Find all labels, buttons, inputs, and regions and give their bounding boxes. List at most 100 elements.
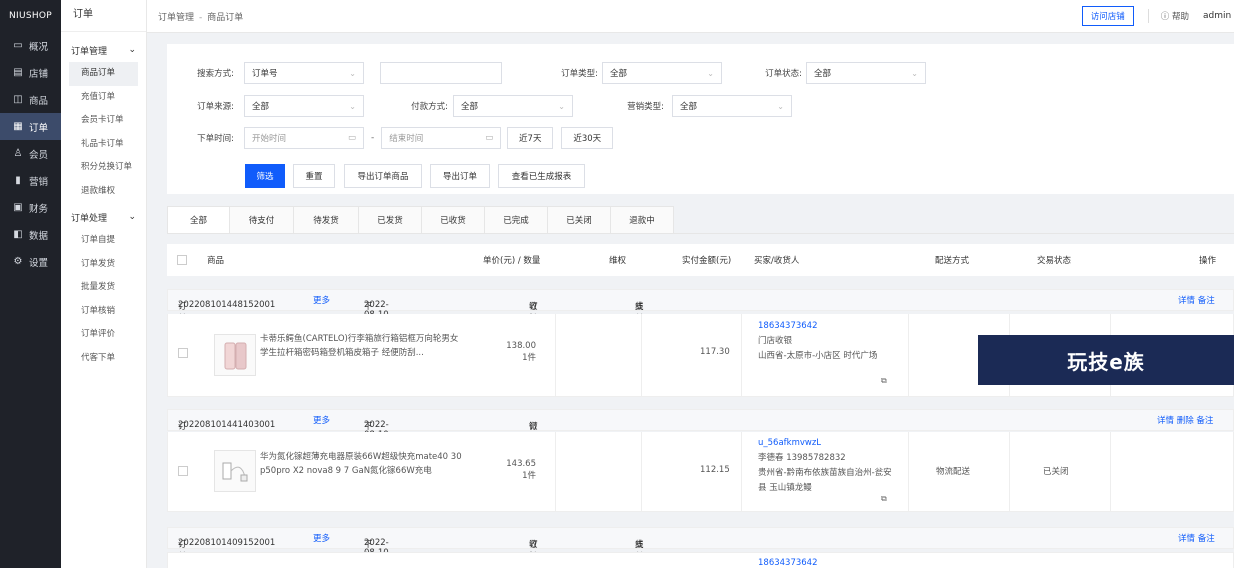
more-link[interactable]: 更多 (313, 414, 330, 426)
order-type-select[interactable]: 全部 ⌄ (602, 62, 722, 84)
tab-1[interactable]: 待支付 (230, 206, 294, 234)
unit-price: 138.00 (506, 341, 536, 351)
product-name[interactable]: 卡蒂乐鳄鱼(CARTELO)行李箱旅行箱铝框万向轮男女学生拉杆箱密码箱登机箱皮箱… (260, 332, 465, 360)
sidebar-item-6[interactable]: ▣ 财务 (0, 194, 61, 221)
select-all-checkbox[interactable] (177, 255, 187, 265)
order-number: 202208101409152001 (178, 538, 276, 548)
pay-method-label: 付款方式: (411, 102, 448, 112)
view-reports-button[interactable]: 查看已生成报表 (498, 164, 585, 188)
sub-nav-item[interactable]: 商品订单 (69, 62, 138, 86)
sidebar-item-1[interactable]: ▤ 店铺 (0, 59, 61, 86)
export-orders-button[interactable]: 导出订单 (430, 164, 490, 188)
search-mode-select[interactable]: 订单号 ⌄ (244, 62, 364, 84)
sidebar-item-8[interactable]: ⚙ 设置 (0, 248, 61, 275)
sub-nav-item[interactable]: 礼品卡订单 (61, 133, 146, 157)
paid-amount: 117.30 (700, 347, 730, 357)
visit-store-button[interactable]: 访问店铺 (1081, 6, 1134, 26)
top-bar: 订单管理 - 商品订单 访问店铺 ⓘ 帮助 admin (147, 0, 1234, 33)
order-checkbox[interactable] (178, 466, 188, 476)
copy-icon[interactable]: ⧉ (881, 376, 887, 386)
buyer-link[interactable]: 18634373642 (758, 558, 818, 568)
breadcrumb-goods-orders: 商品订单 (207, 12, 244, 23)
table-header: 商品 单价(元) / 数量 维权 实付金额(元) 买家/收货人 配送方式 交易状… (167, 244, 1234, 276)
order-icon: ▦ (13, 121, 23, 132)
sub-nav-item[interactable]: 订单核销 (61, 300, 146, 324)
sidebar-item-3[interactable]: ▦ 订单 (0, 113, 61, 140)
export-order-goods-button[interactable]: 导出订单商品 (344, 164, 422, 188)
breadcrumb-order-management[interactable]: 订单管理 (158, 13, 194, 23)
more-link[interactable]: 更多 (313, 532, 330, 544)
sub-nav-item[interactable]: 订单发货 (61, 253, 146, 277)
marketing-type-select[interactable]: 全部 ⌄ (672, 95, 792, 117)
tab-2[interactable]: 待发货 (294, 206, 359, 234)
group-order-processing[interactable]: 订单处理 ⌄ (61, 205, 146, 229)
sub-nav-item[interactable]: 订单自提 (61, 229, 146, 253)
tab-7[interactable]: 退款中 (611, 206, 674, 234)
order-ops[interactable]: 详情 备注 (1178, 294, 1215, 306)
sub-nav-item[interactable]: 会员卡订单 (61, 109, 146, 133)
tab-4[interactable]: 已收货 (422, 206, 485, 234)
last-7-days-button[interactable]: 近7天 (507, 127, 554, 149)
order-checkbox[interactable] (178, 348, 188, 358)
sub-nav-item[interactable]: 充值订单 (61, 86, 146, 110)
store-icon: ▤ (13, 67, 23, 78)
help-link[interactable]: ⓘ 帮助 (1161, 10, 1189, 22)
more-link[interactable]: 更多 (313, 294, 330, 306)
marketing-type-label: 营销类型: (627, 102, 664, 112)
sidebar-item-7[interactable]: ◧ 数据 (0, 221, 61, 248)
delivery-method: 物流配送 (936, 467, 971, 477)
order-number: 202208101448152001 (178, 300, 276, 310)
tab-6[interactable]: 已关闭 (548, 206, 611, 234)
order-status-select[interactable]: 全部 ⌄ (806, 62, 926, 84)
tab-5[interactable]: 已完成 (485, 206, 548, 234)
tab-0[interactable]: 全部 (167, 206, 230, 234)
end-date-input[interactable]: 结束时间 ▭ (381, 127, 502, 149)
chevron-down-icon: ⌄ (558, 101, 565, 111)
order-source-label: 订单来源: (197, 102, 234, 112)
sub-nav-item[interactable]: 批量发货 (61, 276, 146, 300)
sidebar-item-5[interactable]: ▮ 营销 (0, 167, 61, 194)
buyer-link[interactable]: u_56afkmvwzL (758, 436, 893, 451)
sidebar-item-2[interactable]: ◫ 商品 (0, 86, 61, 113)
calendar-icon: ▭ (347, 133, 356, 143)
sub-nav-item[interactable]: 代客下单 (61, 347, 146, 371)
col-ops: 操作 (1199, 256, 1217, 266)
sidebar-item-label: 营销 (29, 176, 49, 188)
unit-price: 143.65 (506, 459, 536, 469)
reset-button[interactable]: 重置 (293, 164, 335, 188)
tab-3[interactable]: 已发货 (359, 206, 422, 234)
brand-logo: NIUSHOP (8, 11, 53, 21)
sub-nav-item[interactable]: 退款维权 (61, 180, 146, 204)
start-date-input[interactable]: 开始时间 ▭ (244, 127, 364, 149)
order-ops[interactable]: 详情 备注 (1178, 532, 1215, 544)
user-menu[interactable]: admin (1203, 11, 1234, 21)
search-input[interactable] (380, 62, 502, 84)
sub-nav-item[interactable]: 积分兑换订单 (61, 156, 146, 180)
group-order-management[interactable]: 订单管理 ⌄ (61, 38, 146, 62)
order-header: 订单号: 202208101441403001 更多 下单时间: 2022-08… (167, 409, 1234, 480)
sub-nav-item[interactable]: 订单评价 (61, 323, 146, 347)
order-type-label: 订单类型: (561, 69, 598, 79)
trade-status: 已关闭 (1043, 467, 1069, 477)
order-source-select[interactable]: 全部 ⌄ (244, 95, 364, 117)
sidebar-item-0[interactable]: ▭ 概况 (0, 32, 61, 59)
member-icon: ♙ (13, 148, 23, 159)
chevron-down-icon: ⌄ (911, 68, 918, 78)
chevron-down-icon: ⌄ (128, 45, 136, 55)
col-price-qty: 单价(元) / 数量 (483, 256, 541, 266)
copy-icon[interactable]: ⧉ (881, 494, 887, 504)
product-thumbnail (214, 450, 256, 492)
sidebar-item-label: 设置 (29, 257, 49, 269)
sub-sidebar-title: 订单 (61, 0, 146, 32)
last-30-days-button[interactable]: 近30天 (561, 127, 614, 149)
sidebar-item-4[interactable]: ♙ 会员 (0, 140, 61, 167)
filter-button[interactable]: 筛选 (245, 164, 285, 188)
watermark-logo: 玩技e族 (978, 335, 1234, 385)
sidebar-item-label: 店铺 (29, 68, 49, 80)
buyer-link[interactable]: 18634373642 (758, 319, 893, 334)
order-ops[interactable]: 详情 删除 备注 (1157, 414, 1213, 426)
pay-method-select[interactable]: 全部 ⌄ (453, 95, 573, 117)
chevron-down-icon: ⌄ (777, 101, 784, 111)
finance-icon: ▣ (13, 202, 23, 213)
product-name[interactable]: 华为氮化镓超薄充电器原装66W超级快充mate40 30 p50pro X2 n… (260, 450, 465, 478)
